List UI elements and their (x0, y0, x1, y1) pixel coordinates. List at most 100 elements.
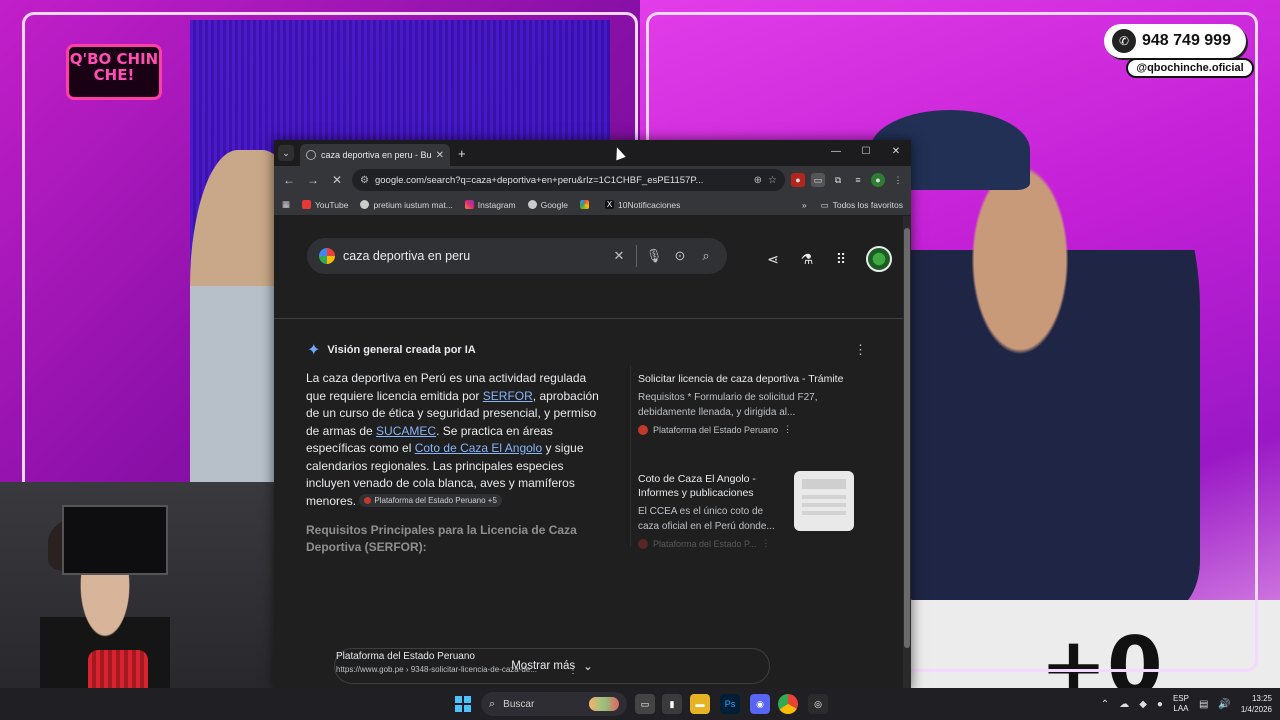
folder-icon: ▭ (820, 199, 829, 210)
bookmarks-right: » ▭ Todos los favoritos (802, 194, 903, 216)
tab-strip: ⌄ caza deportiva en peru - Buscar ✕ + — … (274, 140, 911, 166)
all-favorites-folder[interactable]: ▭ Todos los favoritos (821, 200, 903, 211)
volume-icon[interactable]: 🔊 (1218, 699, 1230, 710)
extensions-puzzle-icon[interactable]: ⧉ (831, 173, 845, 187)
address-bar[interactable]: ⚙ google.com/search?q=caza+deportiva+en+… (352, 169, 785, 191)
back-icon[interactable]: ← (280, 171, 298, 189)
source-card-coto[interactable]: Coto de Caza El Angolo - Informes y publ… (638, 471, 866, 549)
ai-overview-more-icon[interactable]: ⋮ (854, 342, 867, 358)
media-controls-icon[interactable]: ≡ (851, 173, 865, 187)
browser-menu-icon[interactable]: ⋮ (891, 173, 905, 187)
browser-window: ⌄ caza deportiva en peru - Buscar ✕ + — … (274, 140, 911, 690)
close-window-icon[interactable]: ✕ (881, 140, 911, 164)
bookmark-star-icon[interactable]: ☆ (768, 175, 777, 186)
bookmarks-overflow-icon[interactable]: » (802, 200, 807, 210)
windows-start-icon[interactable] (455, 696, 471, 712)
voice-search-icon[interactable]: 🎙 (645, 248, 663, 264)
bookmark-label: Google (540, 199, 569, 210)
page-scrollbar[interactable] (903, 216, 911, 690)
bookmark-google[interactable]: Google (527, 199, 569, 210)
bookmark-youtube[interactable]: YouTube (302, 200, 348, 210)
new-tab-icon[interactable]: + (458, 146, 466, 161)
cards-divider (630, 366, 631, 546)
bookmarks-bar: ▦ YouTube pretium iustum mat... Instagra… (274, 194, 911, 216)
ai-source-chip[interactable]: Plataforma del Estado Peruano +5 (359, 493, 502, 507)
tray-app-icon[interactable]: ● (1157, 699, 1163, 710)
tray-app-icon[interactable]: ◆ (1139, 699, 1147, 710)
search-icon[interactable]: ⌕ (697, 248, 715, 264)
taskbar-search[interactable]: ⌕ Buscar (481, 692, 627, 716)
youtube-icon (302, 200, 312, 209)
source-card-licencia[interactable]: Solicitar licencia de caza deportiva - T… (638, 372, 866, 435)
tab-title: caza deportiva en peru - Buscar (321, 150, 431, 160)
link-serfor[interactable]: SERFOR (483, 389, 533, 403)
search-query: caza deportiva en peru (343, 249, 471, 263)
lang-code: ESP (1172, 694, 1189, 703)
profile-avatar-icon[interactable]: ● (871, 173, 885, 187)
site-info-icon[interactable]: ⚙ (360, 175, 369, 186)
link-coto-el-angolo[interactable]: Coto de Caza El Angolo (415, 441, 542, 455)
source-card-desc: Requisitos * Formulario de solicitud F27… (638, 392, 818, 418)
ai-sparkle-icon: ✦ (307, 342, 321, 359)
scrollbar-thumb[interactable] (904, 228, 910, 648)
maximize-icon[interactable]: ☐ (851, 140, 881, 164)
x-icon: X (605, 200, 615, 209)
source-card-text: Coto de Caza El Angolo - Informes y publ… (638, 472, 783, 549)
google-header-actions: ⋖ ⚗ ⠿ (764, 246, 892, 272)
result-site-name: Plataforma del Estado Peruano (336, 651, 475, 662)
labs-flask-icon[interactable]: ⚗ (798, 251, 816, 268)
network-icon[interactable]: ▤ (1199, 699, 1208, 710)
tab-google-search[interactable]: caza deportiva en peru - Buscar ✕ (300, 144, 450, 166)
minimize-icon[interactable]: — (821, 140, 851, 164)
google-results-page: caza deportiva en peru ✕ 🎙 ⊙ ⌕ ⋖ ⚗ ⠿ ✦ V… (274, 216, 911, 690)
apps-grid-icon[interactable]: ▦ (282, 199, 290, 210)
discord-icon[interactable]: ◉ (750, 694, 770, 714)
stop-icon[interactable]: ✕ (328, 171, 346, 189)
source-card-desc: El CCEA es el único coto de caza oficial… (638, 506, 775, 532)
clock-date: 1/4/2026 (1240, 705, 1272, 714)
chrome-icon[interactable] (778, 694, 798, 714)
share-icon[interactable]: ⋖ (764, 251, 782, 268)
task-view-icon[interactable]: ▭ (635, 694, 655, 714)
header-divider (274, 318, 903, 319)
tray-chevron-icon[interactable]: ⌃ (1101, 699, 1109, 710)
source-card-title: Solicitar licencia de caza deportiva - T… (638, 373, 844, 385)
result-url: https://www.gob.pe › 9348-solicitar-lice… (336, 665, 537, 674)
source-card-source-label: Plataforma del Estado Peruano (653, 424, 779, 435)
google-apps-icon[interactable]: ⠿ (832, 251, 850, 268)
tab-close-icon[interactable]: ✕ (436, 150, 444, 161)
bookmark-pretium[interactable]: pretium iustum mat... (360, 200, 453, 210)
bookmark-label: 10Notificaciones (618, 199, 681, 210)
all-favorites-label: Todos los favoritos (832, 200, 903, 210)
input-language[interactable]: ESP LAA (1173, 694, 1189, 714)
tray-app-icon[interactable]: ☁ (1119, 699, 1129, 710)
obs-icon[interactable]: ◎ (808, 694, 828, 714)
window-controls: — ☐ ✕ (821, 140, 911, 164)
extension-red-icon[interactable]: ● (791, 173, 805, 187)
bookmark-pinwheel[interactable] (580, 200, 593, 209)
zoom-icon[interactable]: ⊕ (754, 175, 762, 186)
gob-pe-icon (638, 424, 648, 435)
clear-search-icon[interactable]: ✕ (610, 248, 628, 264)
clock[interactable]: 13:25 1/4/2026 (1241, 693, 1272, 715)
gob-pe-icon (364, 496, 372, 504)
photoshop-icon[interactable]: Ps (720, 694, 740, 714)
bookmark-instagram[interactable]: Instagram (464, 200, 516, 210)
google-search-box[interactable]: caza deportiva en peru ✕ 🎙 ⊙ ⌕ (307, 238, 727, 274)
webcam-background-window (62, 505, 168, 575)
address-url: google.com/search?q=caza+deportiva+en+pe… (374, 174, 704, 186)
tab-search-chevron-icon[interactable]: ⌄ (278, 145, 294, 161)
account-avatar[interactable] (866, 246, 892, 272)
bookmark-x[interactable]: X 10Notificaciones (605, 200, 680, 210)
link-sucamec[interactable]: SUCAMEC (376, 424, 436, 438)
result-more-icon[interactable]: ⋮ (568, 665, 578, 676)
lens-search-icon[interactable]: ⊙ (671, 248, 689, 264)
search-divider (636, 245, 637, 267)
app-icon[interactable]: ▮ (662, 694, 682, 714)
forward-icon[interactable]: → (304, 171, 322, 189)
file-explorer-icon[interactable]: ▬ (690, 694, 710, 714)
source-card-more-icon[interactable]: ⋮ (783, 424, 792, 435)
search-result-gob-pe[interactable]: Plataforma del Estado Peruano https://ww… (336, 651, 636, 676)
extension-gray-icon[interactable]: ▭ (811, 173, 825, 187)
source-card-more-icon[interactable]: ⋮ (761, 538, 770, 549)
